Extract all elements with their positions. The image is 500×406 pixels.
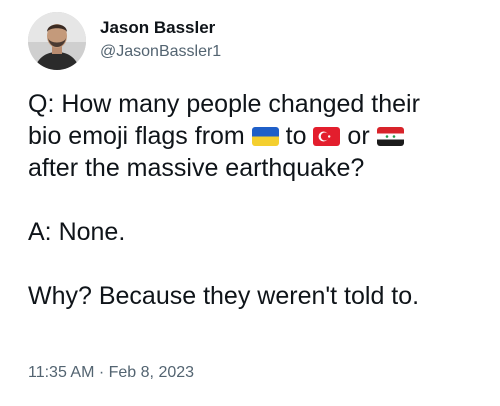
turkey-flag-icon <box>313 127 341 146</box>
tweet-text: Q: How many people changed their bio emo… <box>28 88 488 312</box>
question-line-2: bio emoji flags from to or <box>28 120 488 152</box>
answer-line: A: None. <box>28 218 126 246</box>
question-text-part-2: to <box>285 122 307 150</box>
tweet-card: Jason Bassler @JasonBassler1 Q: How many… <box>0 0 500 406</box>
author-names: Jason Bassler @JasonBassler1 <box>100 17 221 63</box>
followup-line: Why? Because they weren't told to. <box>28 282 420 310</box>
question-line-1: Q: How many people changed their <box>28 90 420 118</box>
avatar-photo-icon <box>28 12 86 70</box>
question-line-3: after the massive earthquake? <box>28 154 365 182</box>
ukraine-flag-icon <box>251 127 279 146</box>
syria-flag-icon <box>376 127 404 146</box>
question-text-part-3: or <box>347 122 370 150</box>
question-text-part-1: bio emoji flags from <box>28 122 245 150</box>
avatar[interactable] <box>28 12 86 70</box>
tweet-header: Jason Bassler @JasonBassler1 <box>28 12 221 70</box>
author-display-name[interactable]: Jason Bassler <box>100 17 221 39</box>
tweet-timestamp[interactable]: 11:35 AM · Feb 8, 2023 <box>28 362 194 384</box>
author-handle[interactable]: @JasonBassler1 <box>100 41 221 63</box>
